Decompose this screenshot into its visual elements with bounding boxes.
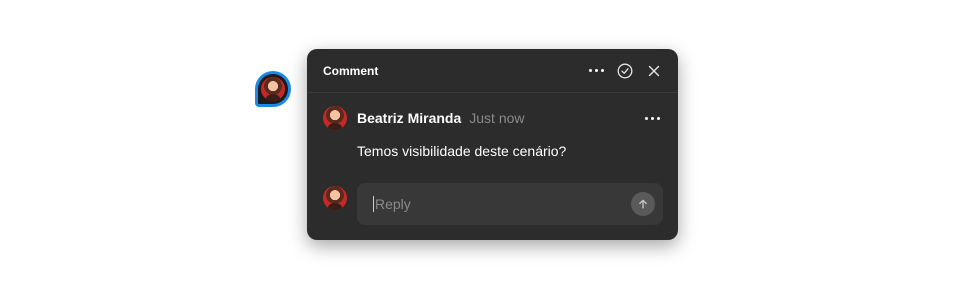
comment-header: Beatriz Miranda Just now [323,105,662,131]
reply-box[interactable] [357,183,663,225]
more-horizontal-icon [588,69,604,72]
comment-panel-header: Comment [307,49,678,93]
comment-pin[interactable] [255,71,291,107]
comment-more-button[interactable] [642,110,662,126]
text-cursor [373,196,374,212]
canvas: Comment Beatriz Miranda Just now Temos v… [0,0,960,289]
close-button[interactable] [646,63,662,79]
more-horizontal-icon [644,116,660,120]
comment-item: Beatriz Miranda Just now Temos visibilid… [307,93,678,159]
avatar [323,106,347,130]
send-button[interactable] [631,192,655,216]
check-circle-icon [617,63,633,78]
resolve-button[interactable] [617,63,633,79]
comment-text: Temos visibilidade deste cenário? [357,143,567,159]
comment-panel: Comment Beatriz Miranda Just now Temos v… [307,49,678,240]
avatar [261,77,285,101]
close-icon [648,65,660,76]
comment-author: Beatriz Miranda [357,110,462,126]
more-options-button[interactable] [588,63,604,79]
reply-input[interactable] [375,196,631,212]
reply-row [323,183,663,225]
comment-panel-title: Comment [323,63,379,78]
arrow-up-icon [639,199,647,209]
comment-timestamp: Just now [469,110,525,126]
avatar [323,186,347,210]
